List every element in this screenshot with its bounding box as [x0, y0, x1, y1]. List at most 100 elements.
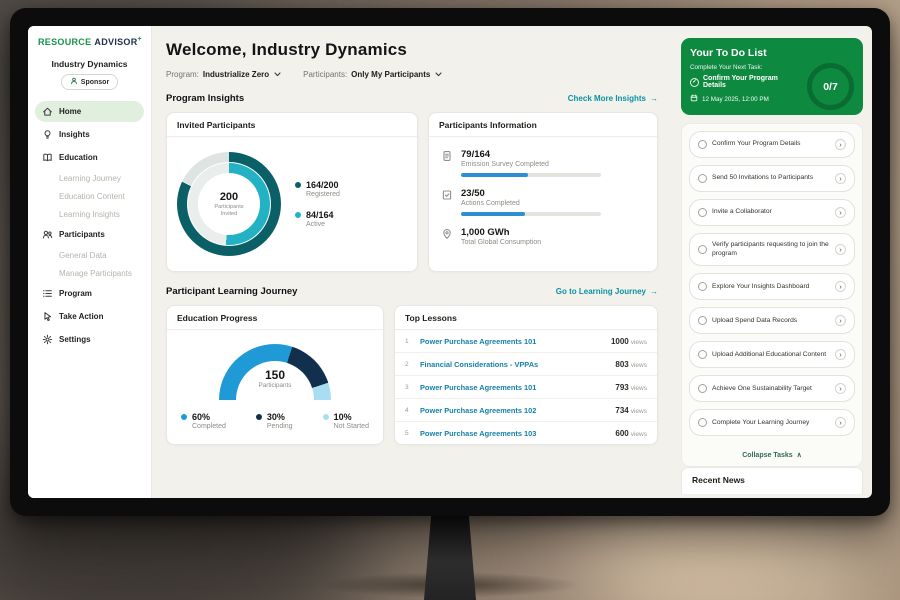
participants-filter-value: Only My Participants [351, 70, 430, 79]
task-checkbox[interactable] [698, 140, 707, 149]
sponsor-label: Sponsor [81, 79, 109, 86]
task-checkbox[interactable] [698, 316, 707, 325]
task-checkbox[interactable] [698, 174, 707, 183]
todo-task-list: Confirm Your Program Details › Send 50 I… [681, 123, 863, 467]
chevron-right-icon[interactable]: › [835, 244, 846, 255]
lesson-link[interactable]: Power Purchase Agreements 101 [420, 383, 608, 392]
sidebar-item-education-content[interactable]: Education Content [35, 187, 144, 205]
sidebar-nav: Home Insights Education Learning Journey… [35, 100, 144, 351]
page-title: Welcome, Industry Dynamics [166, 40, 658, 60]
sidebar-item-settings[interactable]: Settings [35, 329, 144, 350]
collapse-tasks-button[interactable]: Collapse Tasks ∧ [689, 451, 855, 459]
task-label: Achieve One Sustainability Target [712, 385, 830, 394]
lesson-link[interactable]: Power Purchase Agreements 102 [420, 406, 608, 415]
task-achieve-sustainability-target[interactable]: Achieve One Sustainability Target › [689, 375, 855, 402]
task-checkbox[interactable] [698, 418, 707, 427]
task-invite-collaborator[interactable]: Invite a Collaborator › [689, 199, 855, 226]
sidebar-item-home[interactable]: Home [35, 101, 144, 122]
card-title: Education Progress [167, 306, 383, 330]
sidebar-item-program[interactable]: Program [35, 283, 144, 304]
task-checkbox[interactable] [698, 245, 707, 254]
chevron-right-icon[interactable]: › [835, 281, 846, 292]
task-label: Complete Your Learning Journey [712, 419, 830, 428]
chevron-right-icon[interactable]: › [835, 417, 846, 428]
task-checkbox[interactable] [698, 350, 707, 359]
chevron-right-icon[interactable]: › [835, 207, 846, 218]
task-complete-learning-journey[interactable]: Complete Your Learning Journey › [689, 409, 855, 436]
sidebar-item-insights[interactable]: Insights [35, 124, 144, 145]
learning-journey-section-header: Participant Learning Journey Go to Learn… [166, 286, 658, 297]
lesson-rank: 3 [405, 384, 413, 391]
lesson-row[interactable]: 4 Power Purchase Agreements 102 734views [395, 399, 657, 422]
monitor-bezel: RESOURCEADVISOR+ Industry Dynamics Spons… [10, 8, 890, 516]
chevron-right-icon[interactable]: › [835, 139, 846, 150]
dashboard-screen: RESOURCEADVISOR+ Industry Dynamics Spons… [28, 26, 872, 498]
legend-value: 164/200 [306, 180, 339, 190]
legend-value: 84/164 [306, 210, 334, 220]
lesson-row[interactable]: 3 Power Purchase Agreements 101 793views [395, 376, 657, 399]
program-filter-label: Program: [166, 70, 199, 79]
todo-panel: Your To Do List Complete Your Next Task:… [672, 26, 872, 498]
todo-summary-card: Your To Do List Complete Your Next Task:… [681, 38, 863, 115]
sidebar-item-learning-journey[interactable]: Learning Journey [35, 169, 144, 187]
lesson-link[interactable]: Power Purchase Agreements 103 [420, 429, 608, 438]
home-icon [42, 106, 53, 117]
task-upload-spend-data[interactable]: Upload Spend Data Records › [689, 307, 855, 334]
legend-value: 10% [334, 412, 352, 422]
person-icon [70, 77, 78, 87]
donut-center-value: 200 [220, 191, 238, 203]
stat-progress-fill [461, 173, 528, 177]
recent-news-section[interactable]: Recent News [681, 467, 863, 494]
stat-value: 79/164 [461, 149, 601, 160]
task-verify-participants[interactable]: Verify participants requesting to join t… [689, 233, 855, 266]
gauge-center-value: 150 [219, 368, 331, 382]
task-checkbox[interactable] [698, 208, 707, 217]
top-lessons-card: Top Lessons 1 Power Purchase Agreements … [394, 305, 658, 445]
sidebar-item-participants[interactable]: Participants [35, 224, 144, 245]
collapse-label: Collapse Tasks [742, 452, 792, 459]
participants-filter-label: Participants: [303, 70, 347, 79]
check-more-insights-link[interactable]: Check More Insights → [568, 94, 658, 103]
go-to-learning-journey-link[interactable]: Go to Learning Journey → [556, 287, 658, 296]
chevron-right-icon[interactable]: › [835, 173, 846, 184]
app-logo: RESOURCEADVISOR+ [35, 36, 144, 47]
program-filter-dropdown[interactable]: Program: Industrialize Zero [166, 70, 281, 79]
task-checkbox[interactable] [698, 384, 707, 393]
legend-dot [323, 414, 329, 420]
sidebar-item-label: Insights [59, 130, 90, 139]
task-checkbox[interactable] [698, 282, 707, 291]
chevron-right-icon[interactable]: › [835, 349, 846, 360]
lesson-row[interactable]: 2 Financial Considerations - VPPAs 803vi… [395, 353, 657, 376]
chevron-right-icon[interactable]: › [835, 315, 846, 326]
section-title: Participant Learning Journey [166, 286, 297, 297]
legend-dot [256, 414, 262, 420]
sidebar-item-learning-insights[interactable]: Learning Insights [35, 205, 144, 223]
lesson-rank: 5 [405, 430, 413, 437]
book-icon [42, 152, 53, 163]
sidebar-item-general-data[interactable]: General Data [35, 246, 144, 264]
legend-dot [295, 182, 301, 188]
sidebar-item-education[interactable]: Education [35, 147, 144, 168]
brand-secondary: ADVISOR [94, 37, 137, 47]
sidebar-item-label: Manage Participants [59, 269, 132, 278]
lesson-rank: 2 [405, 361, 413, 368]
sidebar-item-take-action[interactable]: Take Action [35, 306, 144, 327]
main-content: Welcome, Industry Dynamics Program: Indu… [152, 26, 672, 498]
invited-legend: 164/200 Registered 84/164 Active [295, 180, 340, 228]
task-label: Upload Additional Educational Content [712, 351, 830, 360]
task-send-invitations[interactable]: Send 50 Invitations to Participants › [689, 165, 855, 192]
invited-donut-center: 200 Participants Invited [198, 173, 260, 235]
task-label: Confirm Your Program Details [712, 140, 830, 149]
lesson-link[interactable]: Power Purchase Agreements 101 [420, 337, 604, 346]
sidebar-item-label: Program [59, 289, 92, 298]
lesson-link[interactable]: Financial Considerations - VPPAs [420, 360, 608, 369]
task-confirm-program[interactable]: Confirm Your Program Details › [689, 131, 855, 158]
views-suffix: views [631, 385, 647, 392]
task-explore-insights[interactable]: Explore Your Insights Dashboard › [689, 273, 855, 300]
lesson-row[interactable]: 5 Power Purchase Agreements 103 600views [395, 422, 657, 444]
chevron-right-icon[interactable]: › [835, 383, 846, 394]
lesson-row[interactable]: 1 Power Purchase Agreements 101 1000view… [395, 330, 657, 353]
participants-filter-dropdown[interactable]: Participants: Only My Participants [303, 70, 442, 79]
sidebar-item-manage-participants[interactable]: Manage Participants [35, 264, 144, 282]
task-upload-educational-content[interactable]: Upload Additional Educational Content › [689, 341, 855, 368]
